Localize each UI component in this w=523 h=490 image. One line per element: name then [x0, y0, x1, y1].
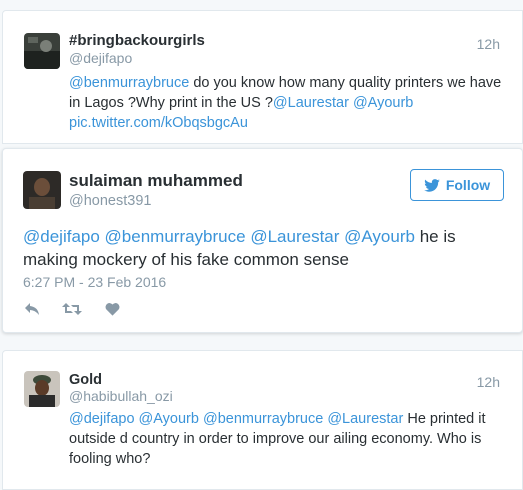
follow-label: Follow: [445, 177, 491, 193]
timestamp[interactable]: 12h: [477, 36, 500, 52]
tweet-link[interactable]: @Ayourb: [139, 411, 199, 427]
tweet-link[interactable]: @benmurraybruce: [105, 227, 246, 246]
avatar[interactable]: [24, 371, 60, 407]
retweet-icon[interactable]: [61, 300, 83, 318]
tweet-link[interactable]: @dejifapo: [23, 227, 100, 246]
tweet-text: @dejifapo @benmurraybruce @Laurestar @Ay…: [23, 225, 493, 271]
tweet-card-2: sulaiman muhammed @honest391 Follow @dej…: [2, 148, 523, 333]
tweet-link[interactable]: @Ayourb: [344, 227, 415, 246]
tweet-text: @dejifapo @Ayourb @benmurraybruce @Laure…: [69, 409, 499, 469]
tweet-card-3: Gold @habibullah_ozi 12h @dejifapo @Ayou…: [2, 350, 523, 490]
tweet-link[interactable]: @benmurraybruce: [203, 411, 323, 427]
reply-icon[interactable]: [21, 300, 43, 318]
tweet-link[interactable]: pic.twitter.com/kObqsbgcAu: [69, 115, 248, 131]
username[interactable]: @dejifapo: [69, 50, 132, 66]
display-name[interactable]: sulaiman muhammed: [69, 171, 243, 191]
tweet-link[interactable]: @Ayourb: [353, 95, 413, 111]
tweet-card-1: #bringbackourgirls @dejifapo 12h @benmur…: [2, 10, 523, 144]
tweet-date[interactable]: 6:27 PM - 23 Feb 2016: [23, 274, 166, 290]
tweet-link[interactable]: @Laurestar: [273, 95, 349, 111]
follow-button[interactable]: Follow: [410, 169, 504, 201]
tweet-link[interactable]: @Laurestar: [250, 227, 339, 246]
twitter-bird-icon: [424, 178, 440, 192]
tweet-link[interactable]: @Laurestar: [327, 411, 403, 427]
like-icon[interactable]: [101, 300, 123, 318]
tweet-actions: [21, 300, 123, 318]
username[interactable]: @habibullah_ozi: [69, 388, 173, 404]
avatar[interactable]: [23, 171, 61, 209]
display-name[interactable]: Gold: [69, 372, 102, 388]
timestamp[interactable]: 12h: [477, 374, 500, 390]
tweet-text: @benmurraybruce do you know how many qua…: [69, 73, 509, 133]
username[interactable]: @honest391: [69, 193, 151, 209]
display-name[interactable]: #bringbackourgirls: [69, 32, 205, 49]
tweet-link[interactable]: @dejifapo: [69, 411, 135, 427]
avatar[interactable]: [24, 33, 60, 69]
tweet-link[interactable]: @benmurraybruce: [69, 75, 189, 91]
